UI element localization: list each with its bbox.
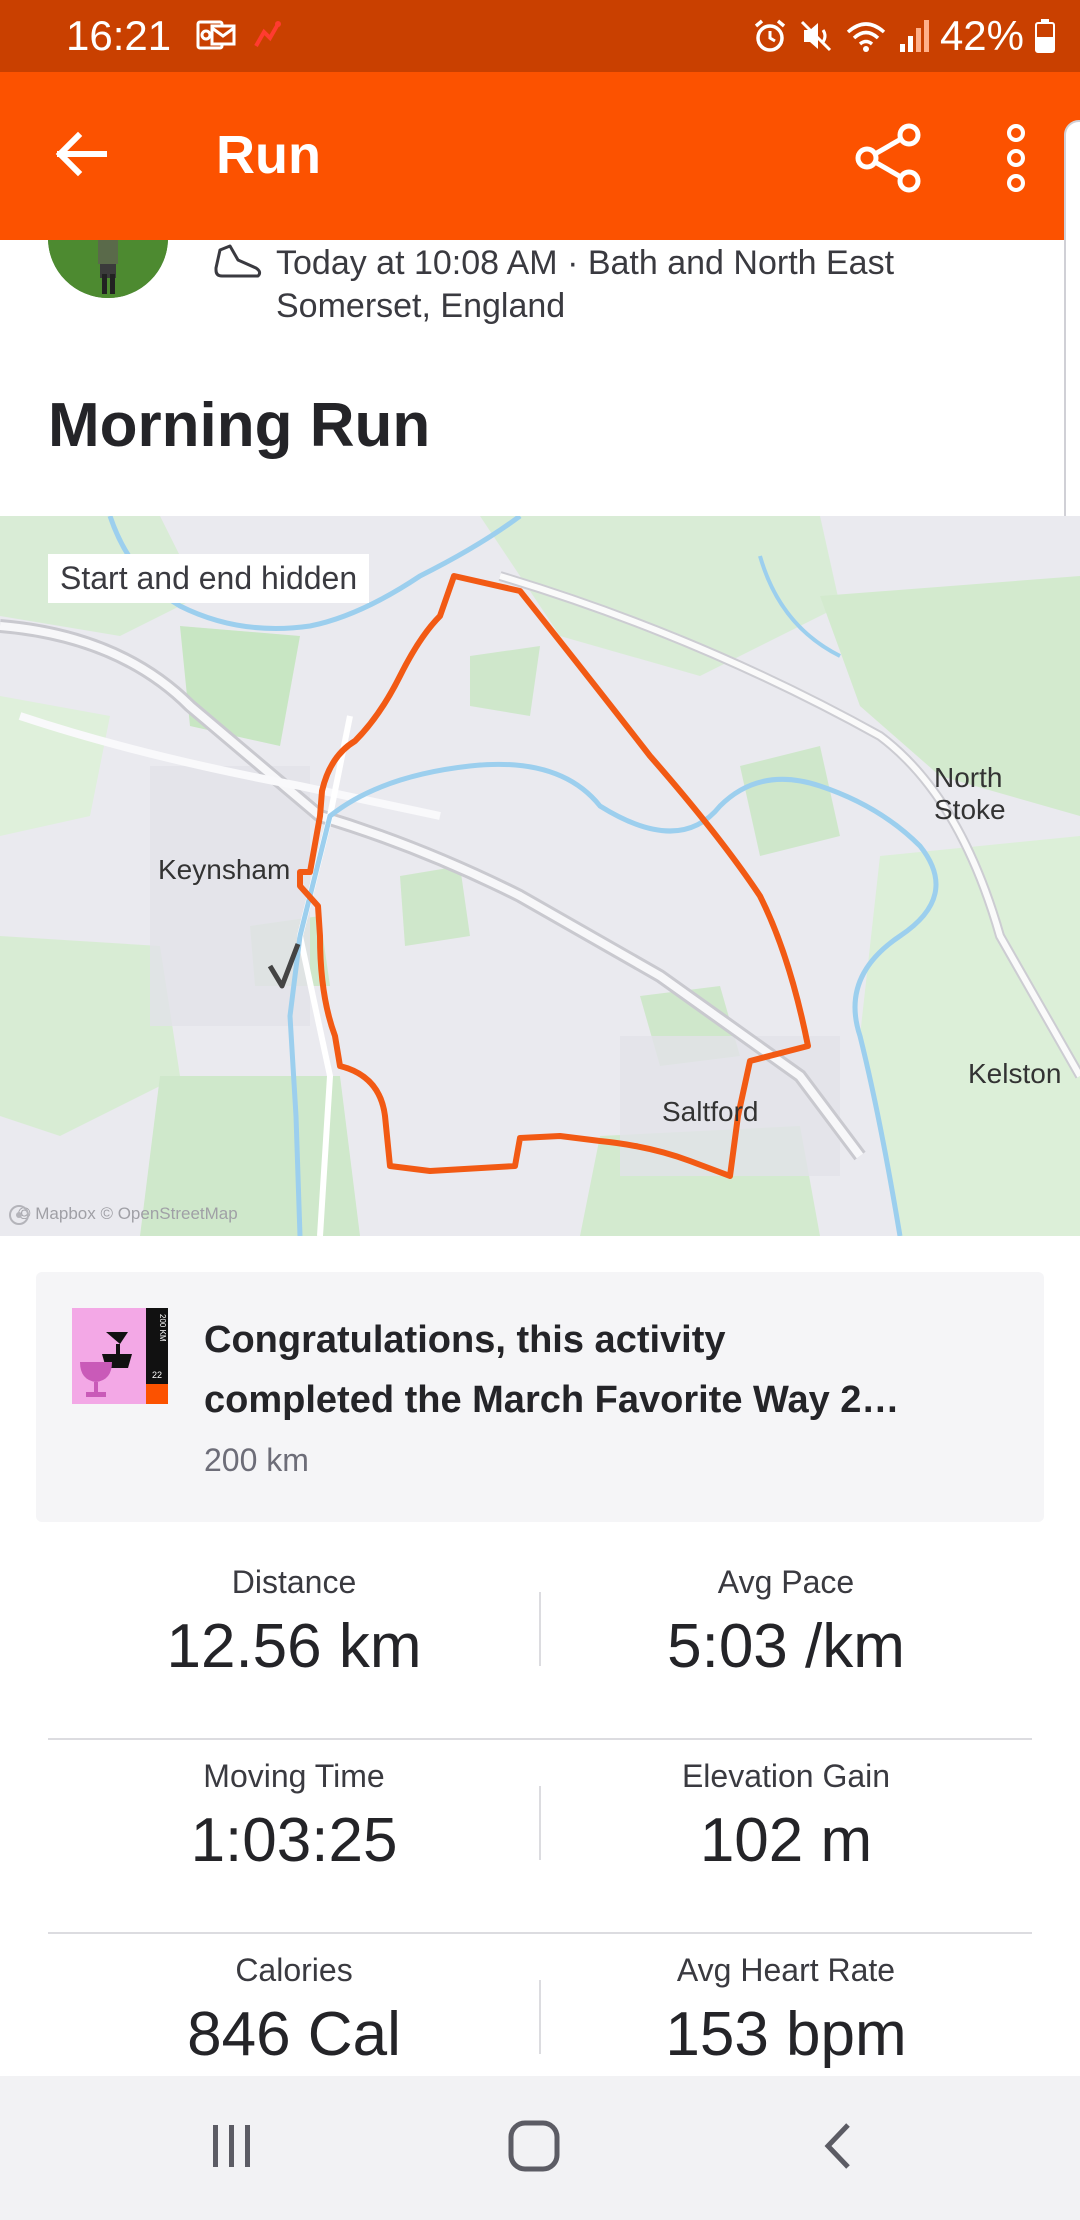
privacy-badge: Start and end hidden	[48, 554, 370, 603]
map-label-keynsham: Keynsham	[158, 854, 291, 885]
trophy-badge-icon: 22 200 KM	[72, 1308, 168, 1404]
stat-calories: Calories 846 Cal	[48, 1934, 540, 2070]
stat-label: Elevation Gain	[681, 1758, 891, 1794]
map-label-saltford: Saltford	[662, 1096, 759, 1127]
stat-label: Avg Pace	[717, 1564, 855, 1600]
stat-value: 5:03 /km	[667, 1612, 905, 1681]
activity-header: Today at 10:08 AM · Bath and North East …	[0, 240, 1080, 516]
stat-elevation-gain: Elevation Gain 102 m	[540, 1740, 1032, 1876]
stat-value: 153 bpm	[665, 2000, 907, 2069]
stat-row: Distance 12.56 km Avg Pace 5:03 /km	[48, 1546, 1032, 1740]
achievement-subtitle: 200 km	[204, 1442, 309, 1478]
stat-avg-pace: Avg Pace 5:03 /km	[540, 1546, 1032, 1682]
badge-year-text: 22	[152, 1370, 162, 1380]
wifi-icon	[844, 18, 888, 54]
share-button[interactable]	[840, 112, 936, 208]
avatar[interactable]	[48, 240, 168, 298]
arrow-left-icon	[52, 130, 108, 183]
stat-distance: Distance 12.56 km	[48, 1546, 540, 1682]
system-back-button[interactable]	[778, 2108, 898, 2188]
more-options-button[interactable]	[976, 112, 1056, 208]
battery-icon	[1034, 18, 1056, 54]
achievement-message: Congratulations, this activity completed…	[204, 1310, 1004, 1430]
map-label-kelston: Kelston	[968, 1058, 1062, 1089]
achievement-card[interactable]: 22 200 KM Congratulations, this activity…	[36, 1272, 1044, 1522]
recents-button[interactable]	[172, 2108, 292, 2188]
stat-value: 1:03:25	[190, 1806, 398, 1875]
badge-distance-text: 200 KM	[158, 1314, 167, 1342]
mute-icon	[798, 18, 834, 54]
battery-text: 42%	[939, 12, 1024, 59]
back-button[interactable]	[40, 116, 120, 196]
shoe-icon	[212, 242, 264, 287]
activity-meta: Today at 10:08 AM · Bath and North East …	[276, 244, 895, 325]
more-vertical-icon	[1004, 123, 1028, 198]
stat-value: 102 m	[699, 1806, 873, 1875]
side-scroll-handle[interactable]	[1064, 120, 1080, 530]
achievement-line-2: completed the March Favorite Way 2…	[204, 1379, 900, 1421]
home-button[interactable]	[474, 2108, 594, 2188]
achievement-line-1: Congratulations, this activity	[204, 1319, 726, 1361]
stat-label: Moving Time	[203, 1758, 385, 1794]
stat-value: 846 Cal	[187, 2000, 401, 2069]
signal-icon	[898, 18, 930, 54]
stats-grid: Distance 12.56 km Avg Pace 5:03 /km Movi…	[48, 1546, 1032, 2128]
activity-title: Morning Run	[48, 391, 431, 460]
stat-value: 12.56 km	[166, 1612, 422, 1681]
attribution-text: © Mapbox © OpenStreetMap	[18, 1204, 238, 1223]
map-attribution[interactable]: © Mapbox © OpenStreetMap	[8, 1204, 238, 1225]
page-title: Run	[216, 125, 321, 185]
map-label-north-stoke: North Stoke	[934, 762, 1006, 825]
notification-icon	[250, 18, 284, 57]
stat-avg-heart-rate: Avg Heart Rate 153 bpm	[540, 1934, 1032, 2070]
stat-row: Moving Time 1:03:25 Elevation Gain 102 m	[48, 1740, 1032, 1934]
outlook-icon	[196, 18, 236, 57]
stat-label: Calories	[235, 1952, 353, 1988]
share-icon	[853, 123, 923, 198]
stat-label: Distance	[231, 1564, 357, 1600]
system-nav-bar	[0, 2076, 1080, 2220]
status-bar: 16:21 42%	[0, 0, 1080, 72]
stat-moving-time: Moving Time 1:03:25	[48, 1740, 540, 1876]
stat-label: Avg Heart Rate	[676, 1952, 896, 1988]
back-chevron-icon	[818, 2119, 858, 2178]
app-bar: Run	[0, 72, 1080, 240]
route-map[interactable]: Start and end hidden Keynsham North Stok…	[0, 516, 1080, 1236]
home-icon	[507, 2119, 561, 2178]
alarm-icon	[752, 18, 788, 54]
recents-icon	[207, 2121, 257, 2176]
status-time: 16:21	[66, 12, 172, 59]
